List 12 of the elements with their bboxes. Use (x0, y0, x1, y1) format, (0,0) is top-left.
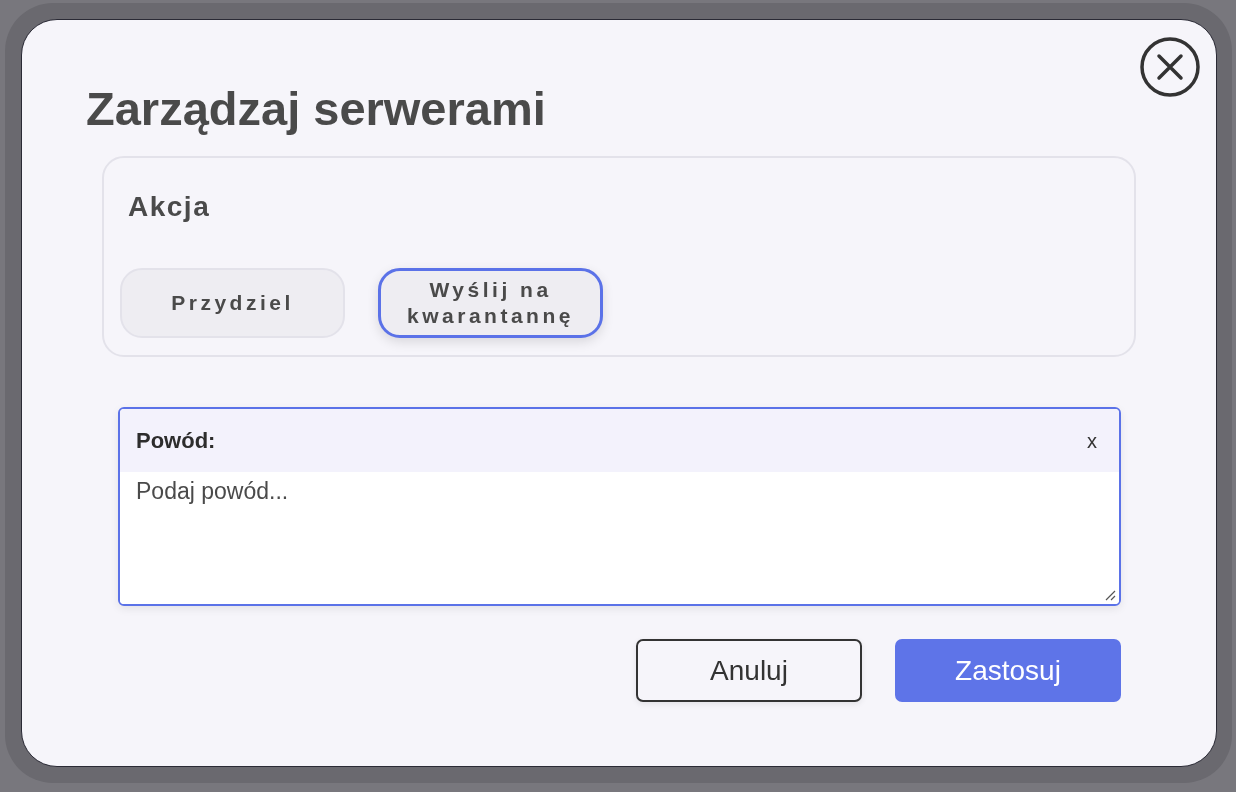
cancel-button[interactable]: Anuluj (636, 639, 862, 702)
dialog-title: Zarządzaj serwerami (86, 82, 546, 136)
apply-button[interactable]: Zastosuj (895, 639, 1121, 702)
reason-textarea[interactable]: Podaj powód... (120, 472, 1119, 604)
reason-label: Powód: (136, 426, 216, 455)
action-option[interactable]: Wyślij na kwarantannę (378, 268, 603, 338)
action-option[interactable]: Przydziel (120, 268, 345, 338)
reason-field[interactable]: Powód: x Podaj powód... (118, 407, 1121, 606)
clear-button[interactable]: x (1087, 428, 1097, 453)
section-label: Akcja (128, 190, 211, 224)
resize-grip-icon[interactable] (1104, 589, 1116, 601)
close-icon[interactable] (1140, 37, 1200, 97)
